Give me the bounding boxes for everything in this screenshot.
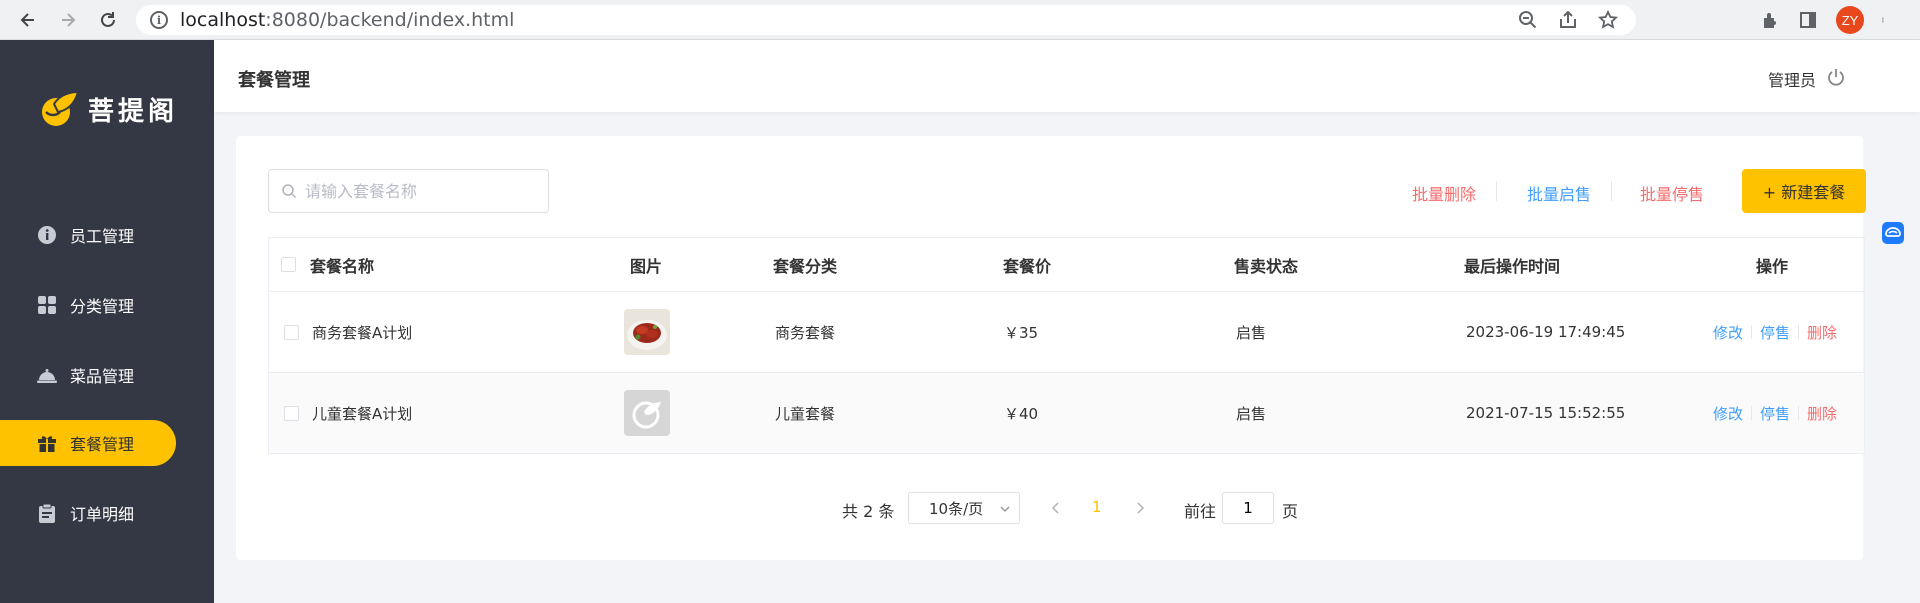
grid-icon <box>36 294 58 316</box>
row-actions: 修改 停售 删除 <box>1713 373 1837 453</box>
table-row: 商务套餐A计划 商务套餐 ￥35 启售 2023-06-19 17:49:45 … <box>269 292 1864 373</box>
zoom-icon[interactable] <box>1518 10 1538 30</box>
delete-link[interactable]: 删除 <box>1807 403 1837 424</box>
setmeal-name: 商务套餐A计划 <box>312 323 413 342</box>
logo-leaf-icon <box>42 90 80 126</box>
user-name: 管理员 <box>1767 71 1816 90</box>
column-header-status: 售卖状态 <box>1234 256 1299 276</box>
edit-link[interactable]: 修改 <box>1713 322 1743 343</box>
page-size-value: 10条/页 <box>929 499 984 518</box>
search-box[interactable] <box>268 169 549 213</box>
reload-icon[interactable] <box>94 6 122 34</box>
sidebar-item-category[interactable]: 分类管理 <box>0 282 214 328</box>
disable-link[interactable]: 停售 <box>1760 322 1790 343</box>
row-actions: 修改 停售 删除 <box>1713 292 1837 372</box>
column-header-price: 套餐价 <box>1003 256 1052 276</box>
address-bar[interactable]: i localhost:8080/backend/index.html <box>136 5 1636 35</box>
sidebar-item-employee[interactable]: 员工管理 <box>0 212 214 258</box>
row-checkbox[interactable] <box>284 292 299 372</box>
pagination: 共 2 条 10条/页 1 前往 页 <box>236 492 1863 524</box>
select-all-checkbox[interactable] <box>281 238 296 291</box>
logout-power-icon[interactable] <box>1826 67 1846 87</box>
sale-status: 启售 <box>1236 404 1267 423</box>
browser-toolbar: i localhost:8080/backend/index.html ZY <box>0 0 1920 40</box>
divider <box>1496 181 1497 201</box>
site-info-icon[interactable]: i <box>150 11 168 29</box>
page-title: 套餐管理 <box>238 70 310 91</box>
sidebar-item-orders[interactable]: 订单明细 <box>0 490 214 536</box>
setmeal-category: 儿童套餐 <box>775 404 836 423</box>
content-card: 批量删除 批量启售 批量停售 + 新建套餐 套餐名称 图片 套餐分类 套餐价 售… <box>236 136 1866 560</box>
forward-icon[interactable] <box>54 6 82 34</box>
row-checkbox[interactable] <box>284 373 299 453</box>
side-panel-icon[interactable] <box>1798 10 1818 30</box>
setmeal-price: ￥35 <box>1004 323 1039 342</box>
bookmark-star-icon[interactable] <box>1598 10 1618 30</box>
search-icon <box>282 184 297 199</box>
dish-icon <box>36 364 58 386</box>
column-header-time: 最后操作时间 <box>1464 256 1561 276</box>
top-header: 套餐管理 管理员 <box>214 40 1920 112</box>
edit-link[interactable]: 修改 <box>1713 403 1743 424</box>
prev-page-icon[interactable] <box>1048 500 1064 516</box>
setmeal-table: 套餐名称 图片 套餐分类 套餐价 售卖状态 最后操作时间 操作 商务套餐A计划 … <box>268 237 1865 454</box>
sidebar-item-label: 分类管理 <box>70 297 135 316</box>
url-path: :8080/backend/index.html <box>265 9 515 31</box>
total-count: 共 2 条 <box>842 502 895 521</box>
back-icon[interactable] <box>14 6 42 34</box>
goto-suffix: 页 <box>1282 502 1299 521</box>
page-number-current[interactable]: 1 <box>1092 498 1102 516</box>
goto-page-input[interactable] <box>1222 492 1274 524</box>
share-icon[interactable] <box>1558 10 1578 30</box>
divider <box>1611 181 1612 201</box>
column-header-image: 图片 <box>630 256 663 276</box>
setmeal-image-placeholder <box>624 373 670 453</box>
table-row: 儿童套餐A计划 儿童套餐 ￥40 启售 2021-07-15 15:52:55 … <box>269 373 1864 454</box>
last-modified-time: 2023-06-19 17:49:45 <box>1466 323 1626 341</box>
floating-assistant-icon[interactable] <box>1882 222 1904 244</box>
setmeal-price: ￥40 <box>1004 404 1039 423</box>
more-menu-icon[interactable] <box>1882 10 1888 30</box>
last-modified-time: 2021-07-15 15:52:55 <box>1466 404 1626 422</box>
batch-delete-link[interactable]: 批量删除 <box>1412 181 1476 205</box>
column-header-category: 套餐分类 <box>773 256 838 276</box>
sidebar-item-label: 套餐管理 <box>70 435 135 454</box>
sidebar-item-label: 菜品管理 <box>70 367 135 386</box>
batch-enable-link[interactable]: 批量启售 <box>1527 181 1591 205</box>
extensions-icon[interactable] <box>1760 10 1780 30</box>
setmeal-image <box>624 292 670 372</box>
search-input[interactable] <box>305 181 535 201</box>
info-circle-icon <box>36 224 58 246</box>
column-header-name: 套餐名称 <box>310 256 375 276</box>
profile-avatar[interactable]: ZY <box>1836 6 1864 34</box>
logo: 菩提阁 <box>38 90 178 128</box>
logo-text: 菩提阁 <box>88 96 179 127</box>
new-setmeal-button[interactable]: + 新建套餐 <box>1742 169 1866 213</box>
column-header-actions: 操作 <box>1756 256 1789 276</box>
delete-link[interactable]: 删除 <box>1807 322 1837 343</box>
next-page-icon[interactable] <box>1132 500 1148 516</box>
gift-icon <box>36 432 58 454</box>
setmeal-category: 商务套餐 <box>775 323 836 342</box>
url-host: localhost <box>180 9 266 31</box>
setmeal-name: 儿童套餐A计划 <box>312 404 413 423</box>
sidebar-item-label: 订单明细 <box>70 505 135 524</box>
disable-link[interactable]: 停售 <box>1760 403 1790 424</box>
goto-label: 前往 <box>1184 502 1217 521</box>
page-size-select[interactable]: 10条/页 <box>908 492 1020 524</box>
sale-status: 启售 <box>1236 323 1267 342</box>
table-header: 套餐名称 图片 套餐分类 套餐价 售卖状态 最后操作时间 操作 <box>269 238 1864 292</box>
chevron-down-icon <box>1000 506 1010 513</box>
sidebar: 菩提阁 员工管理 分类管理 菜品管理 套餐管理 订单明细 <box>0 40 214 603</box>
sidebar-item-setmeal[interactable]: 套餐管理 <box>0 420 176 466</box>
sidebar-item-dish[interactable]: 菜品管理 <box>0 352 214 398</box>
batch-disable-link[interactable]: 批量停售 <box>1640 181 1704 205</box>
sidebar-item-label: 员工管理 <box>70 227 135 246</box>
clipboard-icon <box>36 502 58 524</box>
